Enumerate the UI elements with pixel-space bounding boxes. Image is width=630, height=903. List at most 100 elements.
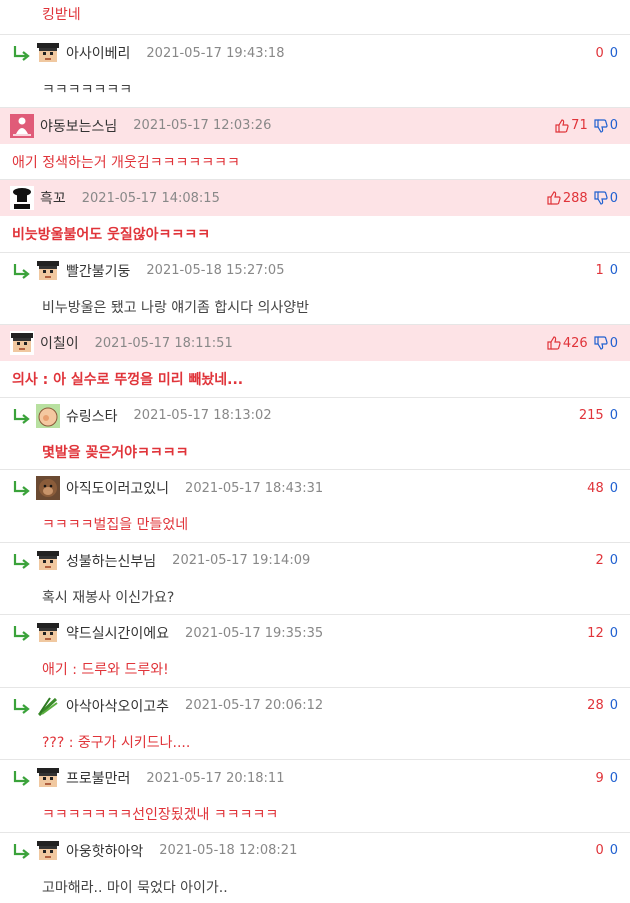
comment-nickname[interactable]: 빨간불기둥 <box>66 261 130 281</box>
chef-icon[interactable] <box>10 186 34 210</box>
upvote-button[interactable]: 1 <box>595 263 603 278</box>
downvote-button[interactable]: 0 <box>610 46 618 61</box>
comment-content: 킹받네 <box>42 7 81 23</box>
pixel-face-icon[interactable] <box>36 258 60 283</box>
upvote-button[interactable]: 288 <box>547 191 588 206</box>
vote-area: 10 <box>595 253 618 289</box>
upvote-count: 12 <box>587 625 604 641</box>
downvote-button[interactable]: 0 <box>610 408 618 423</box>
downvote-count: 0 <box>609 843 618 858</box>
downvote-button[interactable]: 0 <box>610 771 618 786</box>
comment-content: 몇발을 꽂은거야ㅋㅋㅋㅋ <box>42 444 189 461</box>
downvote-button[interactable]: 0 <box>610 843 618 858</box>
upvote-button[interactable]: 9 <box>595 771 603 786</box>
downvote-count: 0 <box>609 553 618 568</box>
comment-header: 슈링스타 2021-05-17 18:13:02 215 0 <box>0 398 630 434</box>
downvote-button[interactable]: 0 <box>610 263 618 278</box>
comment-content: 비누방울은 됐고 나랑 얘기좀 합시다 의사양반 <box>42 299 309 316</box>
vote-area: 90 <box>595 760 618 796</box>
buddha-icon[interactable] <box>10 113 34 138</box>
upvote-button[interactable]: 28 <box>587 698 604 713</box>
comment-content: ㅋㅋㅋㅋㅋㅋㅋ <box>42 82 133 98</box>
comment-timestamp: 2021-05-17 19:35:35 <box>185 625 324 641</box>
reply-comment: 프로불만러 2021-05-17 20:18:11 9 0 ㅋㅋㅋㅋㅋㅋㅋ선인장됬겠내 … <box>0 760 630 833</box>
monkey-icon[interactable] <box>36 476 60 500</box>
comment-nickname[interactable]: 약드실시간이에요 <box>66 623 169 643</box>
comment-nickname[interactable]: 이칠이 <box>40 333 79 353</box>
comment-timestamp: 2021-05-17 20:06:12 <box>185 698 324 713</box>
comment-timestamp: 2021-05-18 12:08:21 <box>159 843 298 858</box>
vote-area: 426 0 <box>547 325 618 361</box>
reply-arrow-icon <box>12 697 32 715</box>
reply-comment: 성불하는신부님 2021-05-17 19:14:09 2 0 혹시 재봉사 이신가요? <box>0 543 630 615</box>
thumbs-down-icon <box>594 336 610 350</box>
vote-area: 71 0 <box>555 108 618 144</box>
comment-header: 성불하는신부님 2021-05-17 19:14:09 2 0 <box>0 543 630 579</box>
comment-header: 프로불만러 2021-05-17 20:18:11 9 0 <box>0 760 630 796</box>
comment-nickname[interactable]: 성불하는신부님 <box>66 551 156 571</box>
comment-list: 킹받네 아사이베리 2021-05-17 19:43:18 0 0 ㅋㅋㅋㅋㅋㅋㅋ 야동보… <box>0 0 630 903</box>
upvote-button[interactable]: 2 <box>595 553 603 568</box>
downvote-button[interactable]: 0 <box>610 481 618 496</box>
upvote-button[interactable]: 0 <box>595 46 603 61</box>
reply-comment: 아사이베리 2021-05-17 19:43:18 0 0 ㅋㅋㅋㅋㅋㅋㅋ <box>0 35 630 108</box>
comment-nickname[interactable]: 아직도이러고있니 <box>66 478 169 498</box>
upvote-count: 9 <box>595 770 604 786</box>
green-onion-icon[interactable] <box>36 693 60 718</box>
reply-arrow-icon <box>12 624 32 642</box>
thumbs-up-icon <box>547 191 563 205</box>
downvote-button[interactable]: 0 <box>594 336 618 351</box>
pixel-face-icon[interactable] <box>36 548 60 573</box>
downvote-button[interactable]: 0 <box>610 626 618 641</box>
thumbs-up-icon <box>555 118 571 133</box>
upvote-button[interactable]: 426 <box>547 336 588 351</box>
reply-comment: 아직도이러고있니 2021-05-17 18:43:31 48 0 ㅋㅋㅋㅋ벌집을 만들… <box>0 470 630 543</box>
comment-timestamp: 2021-05-17 12:03:26 <box>133 118 272 133</box>
upvote-button[interactable]: 12 <box>587 626 604 641</box>
comment-header: 빨간불기둥 2021-05-18 15:27:05 1 0 <box>0 253 630 289</box>
comment-header: 약드실시간이에요 2021-05-17 19:35:35 12 0 <box>0 615 630 651</box>
comment-content: 의사 : 아 실수로 뚜껑을 미리 빼놨네... <box>12 372 244 388</box>
pixel-face-icon[interactable] <box>36 838 60 863</box>
best-comment: 이칠이 2021-05-17 18:11:51 426 0 의사 : 아 실수로 뚜껑을… <box>0 325 630 398</box>
thumbs-down-icon <box>594 191 610 205</box>
thumbs-up-icon <box>547 336 563 350</box>
comment-nickname[interactable]: 아사이베리 <box>66 43 130 63</box>
reply-comment: 아웅핫하아악 2021-05-18 12:08:21 0 0 고마해라.. 마이 묵었다… <box>0 833 630 903</box>
downvote-button[interactable]: 0 <box>594 118 618 133</box>
upvote-count: 71 <box>571 118 588 133</box>
cartoon-face-icon[interactable] <box>36 403 60 428</box>
comment-content: 애기 정색하는거 개웃김ㅋㅋㅋㅋㅋㅋㅋ <box>12 154 240 171</box>
upvote-button[interactable]: 0 <box>595 843 603 858</box>
downvote-count: 0 <box>609 190 618 206</box>
downvote-count: 0 <box>609 480 618 496</box>
reply-comment: 약드실시간이에요 2021-05-17 19:35:35 12 0 애기 : 드루와 드… <box>0 615 630 688</box>
downvote-button[interactable]: 0 <box>610 698 618 713</box>
pixel-face-icon[interactable] <box>10 331 34 355</box>
downvote-button[interactable]: 0 <box>594 191 618 206</box>
reply-comment: 슈링스타 2021-05-17 18:13:02 215 0 몇발을 꽂은거야ㅋㅋㅋㅋ <box>0 398 630 470</box>
best-comment: 야동보는스님 2021-05-17 12:03:26 71 0 애기 정색하는거 개웃김… <box>0 107 630 180</box>
upvote-button[interactable]: 71 <box>555 118 588 133</box>
comment-nickname[interactable]: 흑꼬 <box>40 188 66 208</box>
upvote-button[interactable]: 48 <box>587 481 604 496</box>
reply-arrow-icon <box>12 769 32 787</box>
comment-nickname[interactable]: 슈링스타 <box>66 406 118 426</box>
comment-content: 혹시 재봉사 이신가요? <box>42 589 175 606</box>
comment-nickname[interactable]: 야동보는스님 <box>40 116 117 136</box>
pixel-face-icon[interactable] <box>36 766 60 790</box>
comment-content: 애기 : 드루와 드루와! <box>42 662 169 678</box>
vote-area: 20 <box>595 543 618 579</box>
downvote-button[interactable]: 0 <box>610 553 618 568</box>
comment-nickname[interactable]: 아삭아삭오이고추 <box>66 696 169 716</box>
pixel-face-icon[interactable] <box>36 41 60 65</box>
comment-nickname[interactable]: 아웅핫하아악 <box>66 841 143 861</box>
comment-header: 야동보는스님 2021-05-17 12:03:26 71 0 <box>0 107 630 144</box>
comment-nickname[interactable]: 프로불만러 <box>66 768 130 788</box>
comment-header: 아삭아삭오이고추 2021-05-17 20:06:12 28 0 <box>0 688 630 724</box>
pixel-face-icon[interactable] <box>36 621 60 645</box>
upvote-count: 426 <box>562 335 588 351</box>
comment-header: 이칠이 2021-05-17 18:11:51 426 0 <box>0 325 630 361</box>
upvote-count: 1 <box>595 263 604 278</box>
upvote-button[interactable]: 215 <box>579 408 604 423</box>
